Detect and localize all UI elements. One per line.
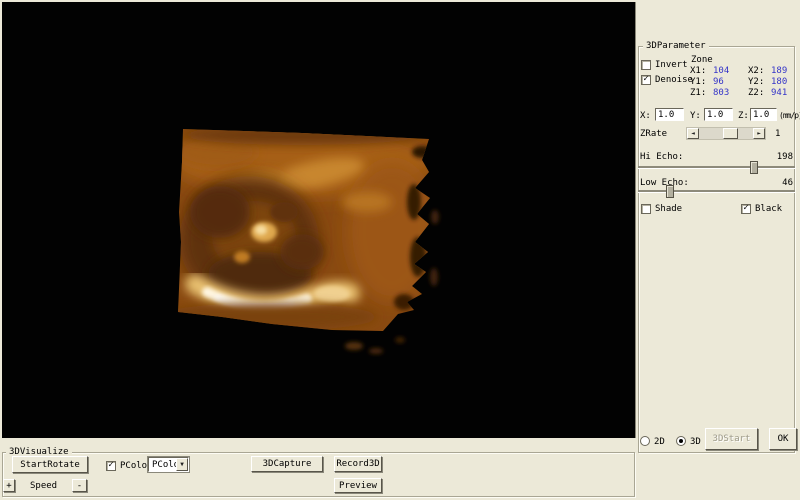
hi-echo-label: Hi Echo: [640, 152, 683, 162]
zone-y2-value: 180 [771, 77, 787, 87]
mode-3d-label: 3D [690, 437, 701, 447]
scale-z-input[interactable] [750, 108, 777, 121]
zrate-scrollbar[interactable]: ◄ ► [686, 127, 766, 140]
scale-unit-label: (mm/p) [779, 111, 800, 121]
low-echo-slider-thumb[interactable] [666, 185, 674, 198]
parameter-group-title: 3DParameter [643, 41, 709, 52]
scroll-left-icon: ◄ [691, 131, 695, 137]
hi-echo-slider-thumb[interactable] [750, 161, 758, 174]
zone-y1-value: 96 [713, 77, 724, 87]
low-echo-value: 46 [768, 178, 793, 188]
3dstart-button[interactable]: 3DStart [705, 428, 758, 450]
low-echo-label: Low Echo: [640, 178, 689, 188]
black-label: Black [755, 204, 782, 214]
zone-x2-label: X2: [748, 66, 764, 76]
zone-x1-label: X1: [690, 66, 706, 76]
ultrasound-volume-render [2, 2, 636, 438]
3d-render-viewport[interactable] [2, 2, 636, 438]
invert-label: Invert [655, 60, 688, 70]
low-echo-slider[interactable] [638, 190, 795, 193]
scale-z-label: Z: [738, 111, 749, 121]
denoise-checkbox[interactable]: ✓ [641, 75, 651, 85]
hi-echo-value: 198 [768, 152, 793, 162]
start-rotate-button[interactable]: StartRotate [12, 456, 88, 473]
check-icon: ✓ [643, 74, 648, 84]
scale-y-input[interactable] [704, 108, 733, 121]
check-icon: ✓ [108, 460, 113, 470]
zone-y2-label: Y2: [748, 77, 764, 87]
radio-dot-icon [679, 439, 683, 443]
preview-button[interactable]: Preview [334, 478, 382, 493]
zrate-value: 1 [775, 129, 780, 139]
zrate-label: ZRate [640, 129, 667, 139]
pcolor-dropdown-button[interactable]: ▼ [176, 458, 188, 471]
pcolor-dropdown[interactable]: PColor ▼ [148, 457, 189, 472]
denoise-label: Denoise [655, 75, 693, 85]
zrate-scroll-left-button[interactable]: ◄ [687, 128, 699, 139]
ok-button[interactable]: OK [769, 428, 797, 450]
speed-plus-button[interactable]: + [3, 479, 15, 492]
shade-checkbox[interactable] [641, 204, 651, 214]
black-checkbox[interactable]: ✓ [741, 204, 751, 214]
zone-z2-value: 941 [771, 88, 787, 98]
zrate-scroll-thumb[interactable] [723, 128, 738, 139]
mode-2d-label: 2D [654, 437, 665, 447]
shade-label: Shade [655, 204, 682, 214]
app-window: { "panel": { "title": "3DParameter", "in… [0, 0, 800, 500]
zone-x1-value: 104 [713, 66, 729, 76]
3dcapture-button[interactable]: 3DCapture [251, 456, 323, 472]
mode-3d-radio[interactable] [676, 436, 686, 446]
scale-x-input[interactable] [655, 108, 684, 121]
invert-checkbox[interactable] [641, 60, 651, 70]
scale-x-label: X: [640, 111, 651, 121]
pcolor-checkbox[interactable]: ✓ [106, 461, 116, 471]
zrate-scroll-right-button[interactable]: ► [753, 128, 765, 139]
check-icon: ✓ [743, 203, 748, 213]
zone-y1-label: Y1: [690, 77, 706, 87]
record3d-button[interactable]: Record3D [334, 456, 382, 472]
speed-label: Speed [30, 481, 57, 491]
speed-minus-button[interactable]: - [72, 479, 87, 492]
zone-z1-value: 803 [713, 88, 729, 98]
zone-x2-value: 189 [771, 66, 787, 76]
zone-label: Zone [691, 55, 713, 65]
scale-y-label: Y: [690, 111, 701, 121]
zone-z1-label: Z1: [690, 88, 706, 98]
zone-z2-label: Z2: [748, 88, 764, 98]
chevron-down-icon: ▼ [180, 461, 184, 468]
scroll-right-icon: ► [757, 131, 761, 137]
hi-echo-slider[interactable] [638, 166, 795, 169]
mode-2d-radio[interactable] [640, 436, 650, 446]
